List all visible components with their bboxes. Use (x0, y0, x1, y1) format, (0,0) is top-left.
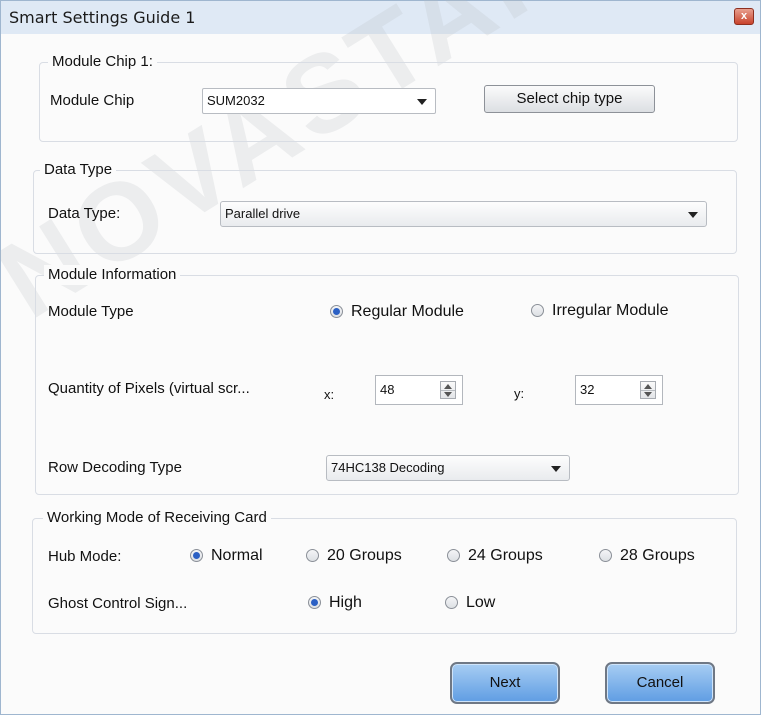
row-decoding-label: Row Decoding Type (48, 459, 182, 476)
radio-hub-24-groups[interactable]: 24 Groups (447, 546, 543, 566)
chevron-down-icon (688, 212, 698, 218)
radio-unselected-icon (599, 549, 612, 562)
radio-unselected-icon (306, 549, 319, 562)
module-type-label: Module Type (48, 303, 134, 320)
chevron-down-icon (417, 99, 427, 105)
row-decoding-value: 74HC138 Decoding (331, 460, 445, 475)
module-information-legend: Module Information (44, 265, 181, 285)
radio-irregular-module[interactable]: Irregular Module (531, 301, 669, 321)
radio-unselected-icon (531, 304, 544, 317)
title-bar[interactable]: Smart Settings Guide 1 x (1, 1, 760, 34)
close-icon[interactable]: x (734, 8, 754, 25)
pixels-y-stepper[interactable]: 32 (575, 375, 663, 405)
radio-hub-normal[interactable]: Normal (190, 546, 263, 566)
radio-selected-icon (308, 596, 321, 609)
pixels-x-value: 48 (380, 382, 395, 397)
data-type-value: Parallel drive (225, 206, 301, 221)
chevron-down-icon (551, 466, 561, 472)
pixels-y-value: 32 (580, 382, 595, 397)
irregular-module-label: Irregular Module (552, 302, 669, 319)
ghost-option-label: High (329, 594, 362, 611)
module-chip-label: Module Chip (50, 92, 135, 109)
module-chip-value: SUM2032 (207, 93, 265, 108)
next-button[interactable]: Next (450, 662, 560, 704)
module-chip-group: Module Chip 1: Module Chip SUM2032 Selec… (39, 52, 738, 142)
radio-regular-module[interactable]: Regular Module (330, 302, 464, 322)
dialog-window: Smart Settings Guide 1 x NOVASTAR Module… (0, 0, 761, 715)
radio-hub-28-groups[interactable]: 28 Groups (599, 546, 695, 566)
row-decoding-select[interactable]: 74HC138 Decoding (326, 455, 570, 481)
x-label: x: (324, 387, 335, 402)
pixels-x-stepper[interactable]: 48 (375, 375, 463, 405)
radio-selected-icon (190, 549, 203, 562)
hub-option-label: 24 Groups (468, 547, 543, 564)
module-chip-legend: Module Chip 1: (48, 52, 157, 72)
hub-mode-label: Hub Mode: (48, 548, 122, 565)
radio-unselected-icon (445, 596, 458, 609)
data-type-legend: Data Type (40, 160, 117, 180)
data-type-select[interactable]: Parallel drive (220, 201, 707, 227)
radio-ghost-high[interactable]: High (308, 593, 362, 613)
hub-option-label: 20 Groups (327, 547, 402, 564)
working-mode-group: Working Mode of Receiving Card Hub Mode:… (32, 508, 737, 634)
data-type-group: Data Type Data Type: Parallel drive (33, 160, 737, 254)
spin-arrows-icon[interactable] (640, 381, 656, 399)
y-label: y: (514, 386, 525, 401)
radio-selected-icon (330, 305, 343, 318)
cancel-button[interactable]: Cancel (605, 662, 715, 704)
hub-option-label: Normal (211, 547, 263, 564)
radio-hub-20-groups[interactable]: 20 Groups (306, 546, 402, 566)
ghost-option-label: Low (466, 594, 496, 611)
data-type-label: Data Type: (48, 205, 121, 222)
select-chip-type-button[interactable]: Select chip type (484, 85, 655, 113)
regular-module-label: Regular Module (351, 303, 464, 320)
pixels-label: Quantity of Pixels (virtual scr... (48, 380, 250, 397)
ghost-control-label: Ghost Control Sign... (48, 595, 188, 612)
module-chip-select[interactable]: SUM2032 (202, 88, 436, 114)
module-information-group: Module Information Module Type Regular M… (35, 265, 739, 495)
hub-option-label: 28 Groups (620, 547, 695, 564)
radio-ghost-low[interactable]: Low (445, 593, 495, 613)
dialog-content: NOVASTAR Module Chip 1: Module Chip SUM2… (0, 0, 760, 714)
window-title: Smart Settings Guide 1 (9, 8, 196, 27)
spin-arrows-icon[interactable] (440, 381, 456, 399)
working-mode-legend: Working Mode of Receiving Card (43, 508, 271, 528)
radio-unselected-icon (447, 549, 460, 562)
